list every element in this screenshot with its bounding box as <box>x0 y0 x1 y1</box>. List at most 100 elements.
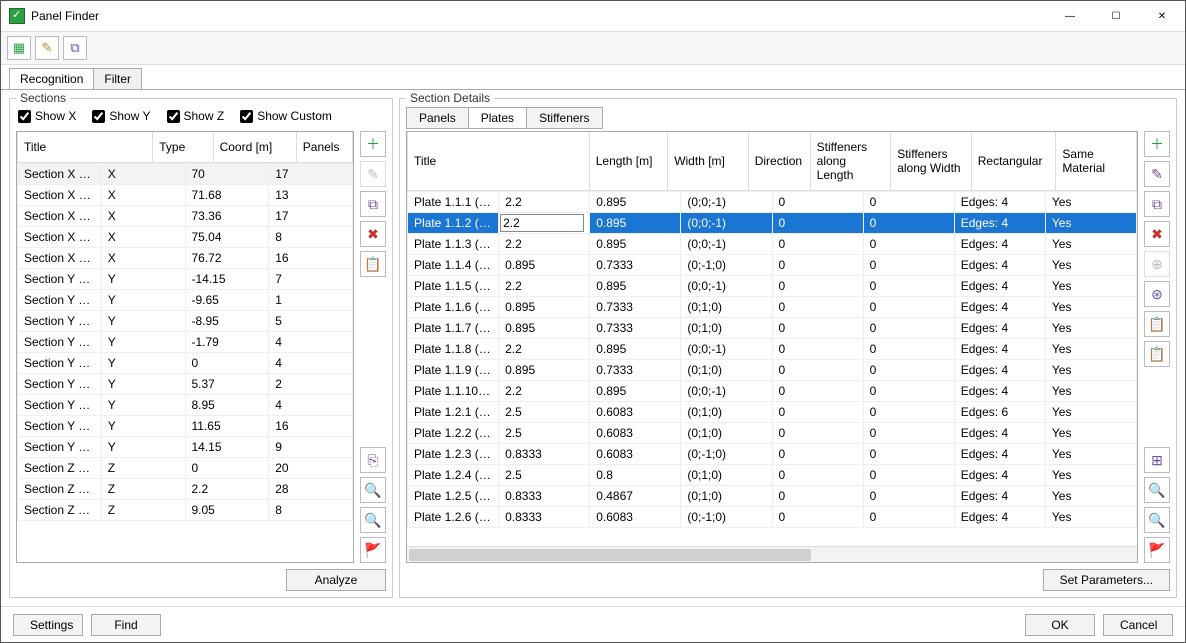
plates-copy-button[interactable]: ⧉ <box>1144 191 1170 217</box>
sections-copy-button[interactable]: ⧉ <box>360 191 386 217</box>
plates-col-width[interactable]: Width [m] <box>668 132 749 191</box>
table-row[interactable]: Section X 3 (X = 73.36)X73.3617 <box>18 206 353 227</box>
length-edit-input[interactable] <box>500 214 584 232</box>
details-tab-panels[interactable]: Panels <box>406 107 469 129</box>
table-row[interactable]: Plate 1.1.1 (Y = -8.5; Z = 1.1)2.20.895(… <box>408 192 1137 213</box>
table-row[interactable]: Section Y 14 (Y = 14.15)Y14.159 <box>18 437 353 458</box>
sections-col-coord[interactable]: Coord [m] <box>213 132 296 163</box>
table-row[interactable]: Plate 1.1.5 (Y = -4.92; Z = 1.1)2.20.895… <box>408 276 1137 297</box>
plates-col-stiff-len[interactable]: Stiffeners along Length <box>810 132 891 191</box>
plates-zoom-button[interactable]: 🔍 <box>1144 477 1170 503</box>
main-toolbar: ▦ ✎ ⧉ <box>1 31 1185 65</box>
sections-delete-button[interactable]: ✖ <box>360 221 386 247</box>
table-row[interactable]: Section Z 17 (Z = 9.05)Z9.058 <box>18 500 353 521</box>
table-row[interactable]: Section X 4 (X = 75.04)X75.048 <box>18 227 353 248</box>
plates-hscrollbar[interactable] <box>407 546 1137 562</box>
settings-button[interactable]: Settings <box>13 614 83 636</box>
set-parameters-button[interactable]: Set Parameters... <box>1043 569 1170 591</box>
sections-zoom2-button[interactable]: 🔍 <box>360 507 386 533</box>
sections-col-title[interactable]: Title <box>18 132 153 163</box>
show-x-check[interactable]: Show X <box>18 109 76 123</box>
sections-table[interactable]: Title Type Coord [m] Panels Section X 1 … <box>16 131 354 563</box>
sections-flag-button[interactable]: 🚩 <box>360 537 386 563</box>
plates-flag-button[interactable]: 🚩 <box>1144 537 1170 563</box>
toolbar-section-icon[interactable]: ⧉ <box>63 36 87 60</box>
show-custom-check[interactable]: Show Custom <box>240 109 332 123</box>
table-row[interactable]: Section Z 16 (Z = 2.2)Z2.228 <box>18 479 353 500</box>
table-row[interactable]: Plate 1.2.1 (Y = 12.75; Z = 6.26)2.50.60… <box>408 402 1137 423</box>
table-row[interactable]: Plate 1.1.8 (Y = -3.13; Z = 1.1)2.20.895… <box>408 339 1137 360</box>
sections-group: Sections Show X Show Y Show Z Show Custo… <box>9 98 393 598</box>
table-row[interactable]: Section Y 8 (Y = -8.95)Y-8.955 <box>18 311 353 332</box>
table-row[interactable]: Plate 1.2.3 (Y = 12.07; Z = 6.92)0.83330… <box>408 444 1137 465</box>
analyze-button[interactable]: Analyze <box>286 569 386 591</box>
plates-delete-button[interactable]: ✖ <box>1144 221 1170 247</box>
toolbar-grid-icon[interactable]: ▦ <box>7 36 31 60</box>
plates-link-button[interactable]: ⊕ <box>1144 251 1170 277</box>
sections-zoom-button[interactable]: 🔍 <box>360 477 386 503</box>
details-tabstrip: Panels Plates Stiffeners <box>406 105 1170 129</box>
details-tab-stiffeners[interactable]: Stiffeners <box>526 107 602 129</box>
toolbar-brush-icon[interactable]: ✎ <box>35 36 59 60</box>
table-row[interactable]: Plate 1.1.3 (Y = -6.71; Z = 1.1)2.20.895… <box>408 234 1137 255</box>
table-row[interactable]: Section Y 9 (Y = -1.79)Y-1.794 <box>18 332 353 353</box>
table-row[interactable]: Section Y 10 (Y = 0)Y04 <box>18 353 353 374</box>
plates-target-button[interactable]: ⊛ <box>1144 281 1170 307</box>
table-row[interactable]: Plate 1.2.6 (Y = 12.07; Z = 7.53)0.83330… <box>408 507 1137 528</box>
plates-col-title[interactable]: Title <box>408 132 590 191</box>
plates-col-stiff-wid[interactable]: Stiffeners along Width <box>891 132 972 191</box>
titlebar: Panel Finder — ☐ ✕ <box>1 1 1185 31</box>
plates-table[interactable]: Title Length [m] Width [m] Direction Sti… <box>406 131 1138 563</box>
table-row[interactable]: Plate 1.2.2 (Y = 12.9; Z = 5.7)2.50.6083… <box>408 423 1137 444</box>
details-tab-plates[interactable]: Plates <box>468 107 527 129</box>
window-title: Panel Finder <box>31 9 1047 23</box>
table-row[interactable]: Plate 1.1.9 (Y = -4.03; Z = 0.37)0.8950.… <box>408 360 1137 381</box>
maximize-button[interactable]: ☐ <box>1093 1 1139 31</box>
plates-col-direction[interactable]: Direction <box>748 132 810 191</box>
table-row[interactable]: Section X 5 (X = 76.72)X76.7216 <box>18 248 353 269</box>
plates-col-same-mat[interactable]: Same Material <box>1056 132 1137 191</box>
ok-button[interactable]: OK <box>1025 614 1095 636</box>
plates-paste-button[interactable]: 📋 <box>1144 311 1170 337</box>
table-row[interactable]: Plate 1.2.4 (Y = 12.9; Z = 5)2.50.8(0;1;… <box>408 465 1137 486</box>
table-row[interactable]: Plate 1.1.10 (Y = -2.24; Z = 1.1)2.20.89… <box>408 381 1137 402</box>
tab-recognition[interactable]: Recognition <box>9 68 94 89</box>
main-tabstrip: Recognition Filter <box>1 65 1185 89</box>
table-row[interactable]: Section Y 11 (Y = 5.37)Y5.372 <box>18 374 353 395</box>
table-row[interactable]: Section X 1 (X = 70)X7017 <box>18 164 353 185</box>
sections-group-label: Sections <box>16 91 70 105</box>
table-row[interactable]: Section Y 13 (Y = 11.65)Y11.6516 <box>18 416 353 437</box>
sections-col-type[interactable]: Type <box>153 132 213 163</box>
close-button[interactable]: ✕ <box>1139 1 1185 31</box>
sections-col-panels[interactable]: Panels <box>296 132 352 163</box>
plates-edit-button[interactable]: ✎ <box>1144 161 1170 187</box>
table-row[interactable]: Plate 1.1.6 (Y = -5.82; Z = 0.37)0.8950.… <box>408 297 1137 318</box>
sections-export-button[interactable]: ⎘ <box>360 447 386 473</box>
tab-filter[interactable]: Filter <box>93 68 142 89</box>
plates-paste2-button[interactable]: 📋 <box>1144 341 1170 367</box>
show-y-check[interactable]: Show Y <box>92 109 150 123</box>
plates-zoom2-button[interactable]: 🔍 <box>1144 507 1170 533</box>
sections-paste-button[interactable]: 📋 <box>360 251 386 277</box>
find-button[interactable]: Find <box>91 614 161 636</box>
table-row[interactable]: Section X 2 (X = 71.68)X71.6813 <box>18 185 353 206</box>
table-row[interactable]: Section Y 6 (Y = -14.15)Y-14.157 <box>18 269 353 290</box>
cancel-button[interactable]: Cancel <box>1103 614 1173 636</box>
section-details-group: Section Details Panels Plates Stiffeners… <box>399 98 1177 598</box>
sections-add-button[interactable]: ＋ <box>360 131 386 157</box>
plates-layout-button[interactable]: ⊞ <box>1144 447 1170 473</box>
table-row[interactable]: Section Y 7 (Y = -9.65)Y-9.651 <box>18 290 353 311</box>
table-row[interactable]: Plate 1.1.2 (Y = -7.61; Z = 1.1)0.895(0;… <box>408 213 1137 234</box>
plates-col-rect[interactable]: Rectangular <box>971 132 1056 191</box>
table-row[interactable]: Section Z 15 (Z = 0)Z020 <box>18 458 353 479</box>
table-row[interactable]: Plate 1.1.4 (Y = -5.82; Z = 1.83)0.8950.… <box>408 255 1137 276</box>
sections-edit-button[interactable]: ✎ <box>360 161 386 187</box>
table-row[interactable]: Plate 1.2.5 (Y = 13.73; Z = 6.62)0.83330… <box>408 486 1137 507</box>
show-z-check[interactable]: Show Z <box>167 109 225 123</box>
table-row[interactable]: Plate 1.1.7 (Y = -4.03; Z = 1.83)0.8950.… <box>408 318 1137 339</box>
plates-add-button[interactable]: ＋ <box>1144 131 1170 157</box>
section-details-label: Section Details <box>406 91 494 105</box>
plates-col-length[interactable]: Length [m] <box>589 132 667 191</box>
minimize-button[interactable]: — <box>1047 1 1093 31</box>
table-row[interactable]: Section Y 12 (Y = 8.95)Y8.954 <box>18 395 353 416</box>
